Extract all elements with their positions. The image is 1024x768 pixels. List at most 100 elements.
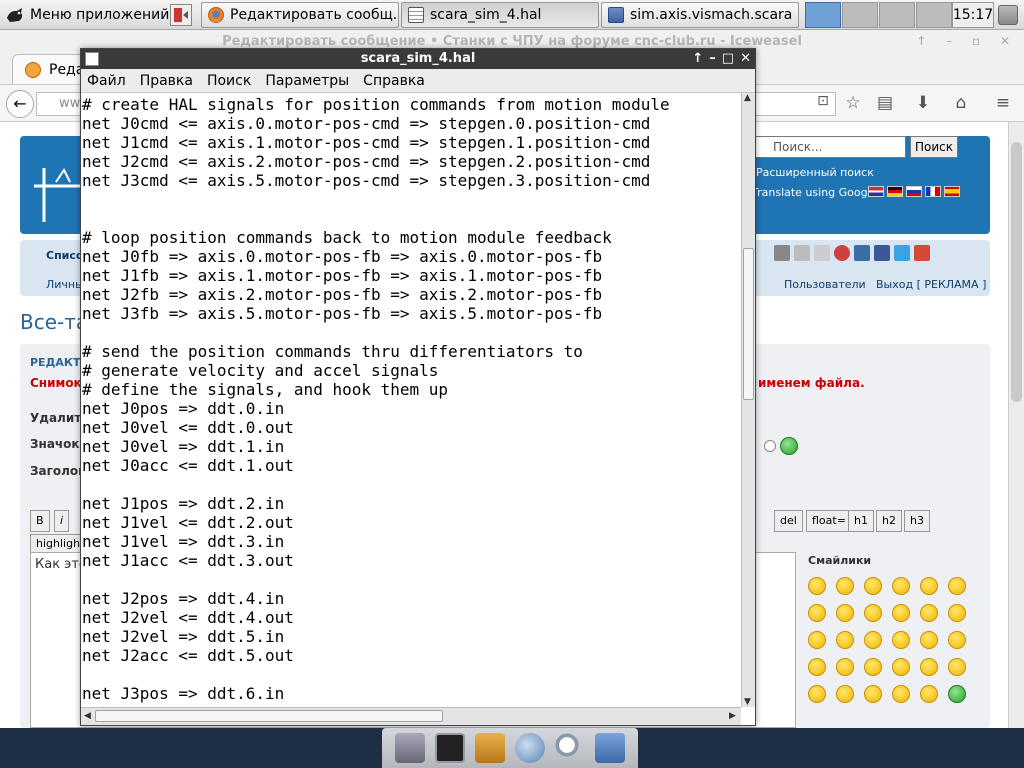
smile-icon[interactable]: [808, 631, 826, 649]
menu-logout-link[interactable]: Выход [ РЕКЛАМА ]: [876, 278, 986, 291]
smile-icon[interactable]: [948, 685, 966, 703]
smile-icon[interactable]: [892, 658, 910, 676]
search-magnifier-icon[interactable]: [555, 733, 585, 763]
italic-button[interactable]: i: [54, 510, 70, 532]
desktop-icon[interactable]: [395, 733, 425, 763]
image-icon[interactable]: [794, 245, 810, 261]
smile-icon[interactable]: [808, 685, 826, 703]
font-size-icon[interactable]: [814, 245, 830, 261]
editor-vertical-scrollbar[interactable]: ▲ ▼: [741, 93, 755, 707]
menu-search[interactable]: Поиск: [207, 73, 251, 89]
site-search-button[interactable]: Поиск: [910, 136, 958, 158]
zoom-icon[interactable]: ⊡: [812, 93, 834, 115]
smile-icon[interactable]: [808, 658, 826, 676]
smile-icon[interactable]: [948, 631, 966, 649]
menu-options[interactable]: Параметры: [265, 73, 349, 89]
del-button[interactable]: del: [774, 510, 803, 532]
flag-es-icon[interactable]: [944, 186, 960, 197]
editor-titlebar[interactable]: scara_sim_4.hal ↑ – □ ✕: [81, 49, 755, 69]
vk-icon[interactable]: [854, 245, 870, 261]
smile-icon[interactable]: [892, 577, 910, 595]
workspace-3[interactable]: [879, 2, 915, 28]
h3-button[interactable]: h3: [904, 510, 930, 532]
editor-horizontal-scrollbar[interactable]: ◀ ▶: [81, 707, 741, 725]
menu-users-link[interactable]: Пользователи: [784, 278, 866, 291]
workspace-4[interactable]: [916, 2, 952, 28]
scroll-left-arrow-icon[interactable]: ◀: [84, 711, 91, 721]
flag-ru-icon[interactable]: [906, 186, 922, 197]
browser-window-buttons[interactable]: ↑ – ▫ ✕: [916, 34, 1018, 48]
scroll-up-arrow-icon[interactable]: ▲: [744, 93, 751, 103]
smile-icon[interactable]: [948, 577, 966, 595]
editor-hscroll-thumb[interactable]: [95, 710, 443, 722]
smile-icon[interactable]: [920, 631, 938, 649]
smile-icon[interactable]: [864, 577, 882, 595]
menu-help[interactable]: Справка: [363, 73, 425, 89]
show-desktop-icon[interactable]: [170, 4, 192, 26]
task-browser[interactable]: Редактировать сообщ...: [201, 2, 399, 28]
file-cabinet-icon[interactable]: [475, 733, 505, 763]
smile-icon[interactable]: [920, 577, 938, 595]
google-plus-icon[interactable]: [914, 245, 930, 261]
flag-de-icon[interactable]: [887, 186, 903, 197]
bold-button[interactable]: B: [30, 510, 50, 532]
editor-text-area[interactable]: # create HAL signals for position comman…: [81, 93, 741, 707]
hamburger-menu-icon[interactable]: ≡: [992, 93, 1014, 115]
apps-menu-button[interactable]: Меню приложений: [4, 3, 169, 27]
smile-icon[interactable]: [836, 631, 854, 649]
smile-icon[interactable]: [892, 604, 910, 622]
smile-icon[interactable]: [892, 631, 910, 649]
scroll-right-arrow-icon[interactable]: ▶: [729, 711, 736, 721]
smile-icon[interactable]: [836, 685, 854, 703]
back-arrow-icon[interactable]: ←: [6, 90, 34, 118]
print-icon[interactable]: [774, 245, 790, 261]
minimize-icon[interactable]: –: [709, 49, 716, 69]
folder-icon[interactable]: [595, 733, 625, 763]
web-browser-icon[interactable]: [515, 733, 545, 763]
smile-icon[interactable]: [892, 685, 910, 703]
editor-vscroll-thumb[interactable]: [743, 248, 754, 400]
smile-icon[interactable]: [808, 577, 826, 595]
menu-edit[interactable]: Правка: [140, 73, 193, 89]
task-text-editor[interactable]: scara_sim_4.hal: [401, 2, 599, 28]
bookmarks-list-icon[interactable]: ▤: [874, 93, 896, 115]
flag-fr-icon[interactable]: [925, 186, 941, 197]
task-file-manager[interactable]: sim.axis.vismach.scara ...: [601, 2, 799, 28]
smile-icon[interactable]: [864, 631, 882, 649]
smile-icon[interactable]: [948, 658, 966, 676]
icon-radio[interactable]: [764, 440, 776, 452]
browser-scrollbar[interactable]: [1008, 122, 1024, 728]
h2-button[interactable]: h2: [876, 510, 902, 532]
twitter-icon[interactable]: [894, 245, 910, 261]
download-icon[interactable]: ⬇: [912, 93, 934, 115]
smile-icon[interactable]: [836, 658, 854, 676]
workspace-2[interactable]: [842, 2, 878, 28]
editor-app-icon[interactable]: [85, 52, 99, 66]
smile-icon[interactable]: [948, 604, 966, 622]
smile-icon[interactable]: [836, 604, 854, 622]
move-up-icon[interactable]: ↑: [692, 49, 703, 69]
browser-scroll-thumb[interactable]: [1011, 142, 1022, 402]
terminal-icon[interactable]: [435, 733, 465, 763]
smile-icon[interactable]: [864, 604, 882, 622]
grin-smiley-icon[interactable]: [780, 437, 798, 455]
facebook-icon[interactable]: [874, 245, 890, 261]
flag-uk-icon[interactable]: [868, 186, 884, 197]
home-icon[interactable]: ⌂: [950, 93, 972, 115]
float-button[interactable]: float=: [806, 510, 852, 532]
smile-icon[interactable]: [836, 577, 854, 595]
site-search-input[interactable]: Поиск...: [752, 136, 906, 158]
menu-list-link[interactable]: Списо: [46, 249, 83, 262]
smile-icon[interactable]: [920, 685, 938, 703]
bookmark-icon[interactable]: [834, 245, 850, 261]
bookmark-star-icon[interactable]: ☆: [842, 93, 864, 115]
clock[interactable]: 15:17: [952, 2, 994, 28]
menu-file[interactable]: Файл: [87, 73, 126, 89]
close-icon[interactable]: ✕: [740, 49, 751, 69]
smile-icon[interactable]: [920, 658, 938, 676]
logout-icon[interactable]: [998, 5, 1018, 25]
advanced-search-link[interactable]: Расширенный поиск: [756, 166, 874, 179]
smile-icon[interactable]: [808, 604, 826, 622]
smile-icon[interactable]: [920, 604, 938, 622]
smile-icon[interactable]: [864, 685, 882, 703]
